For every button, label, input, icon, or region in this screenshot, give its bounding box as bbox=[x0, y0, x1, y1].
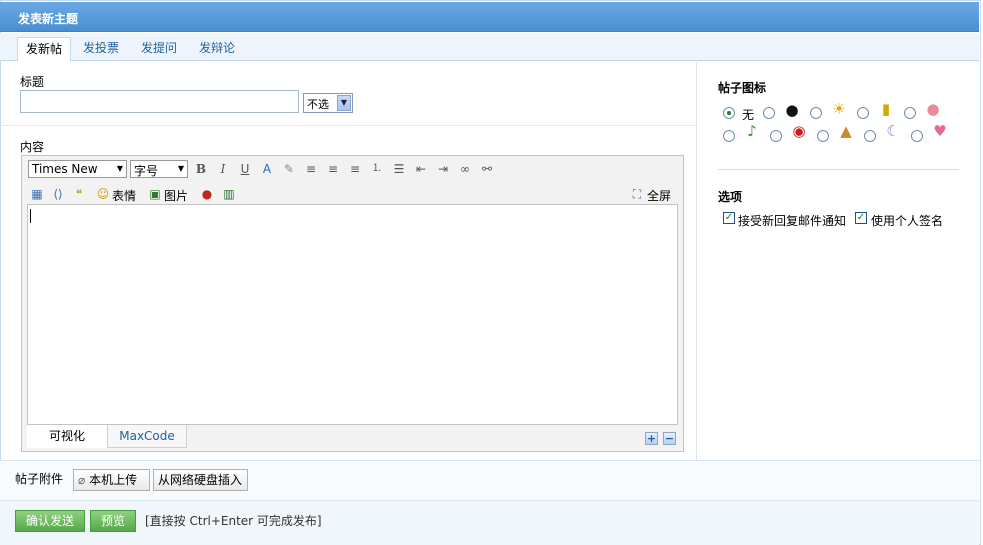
tab-maxcode-mode[interactable]: MaxCode bbox=[107, 425, 187, 448]
preview-button[interactable]: 预览 bbox=[90, 510, 136, 532]
email-notify-checkbox[interactable]: ✓ bbox=[723, 212, 735, 224]
highlight-color-icon[interactable]: ✎ bbox=[280, 160, 298, 178]
image-icon[interactable]: ▣ bbox=[146, 185, 164, 203]
image-label[interactable]: 图片 bbox=[164, 187, 188, 204]
emoticon-label[interactable]: 表情 bbox=[112, 187, 136, 204]
moon-icon: ☾ bbox=[886, 122, 900, 140]
unlink-icon[interactable]: ⚯ bbox=[478, 160, 496, 178]
submit-button[interactable]: 确认发送 bbox=[15, 510, 85, 532]
music-note-icon: ♪ bbox=[747, 122, 757, 140]
post-icon-radio[interactable] bbox=[770, 130, 782, 142]
divider bbox=[0, 125, 696, 126]
bomb-icon: ● bbox=[785, 101, 799, 119]
post-icon-radio[interactable] bbox=[904, 107, 916, 119]
post-icon-radio[interactable] bbox=[911, 130, 923, 142]
options-heading: 选项 bbox=[718, 190, 743, 204]
unordered-list-icon[interactable]: ☰ bbox=[390, 160, 408, 178]
content-label: 内容 bbox=[20, 140, 45, 154]
table-icon[interactable]: ▦ bbox=[28, 185, 46, 203]
tab-debate[interactable]: 发辩论 bbox=[191, 37, 243, 61]
outdent-icon[interactable]: ⇤ bbox=[412, 160, 430, 178]
lips-icon: ◉ bbox=[792, 122, 806, 140]
quote-icon[interactable]: ❝ bbox=[70, 185, 88, 203]
subject-category-select[interactable]: 不选 ▼ bbox=[303, 93, 353, 113]
code-icon[interactable]: ⟨⟩ bbox=[49, 185, 67, 203]
expand-editor-button[interactable]: + bbox=[645, 432, 658, 445]
fullscreen-icon[interactable]: ⛶ bbox=[628, 185, 646, 203]
subject-label: 标题 bbox=[20, 75, 45, 89]
post-icon-none-label: 无 bbox=[742, 108, 755, 122]
tab-new-post[interactable]: 发新帖 bbox=[17, 37, 72, 62]
select-value: 不选 bbox=[307, 98, 329, 111]
post-icon-radio[interactable] bbox=[723, 130, 735, 142]
font-size-value: 字号 bbox=[134, 164, 159, 178]
disk-insert-button[interactable]: 从网络硬盘插入 bbox=[153, 469, 248, 491]
local-upload-label: 本机上传 bbox=[89, 473, 138, 487]
window-title: 发表新主题 bbox=[18, 12, 79, 26]
post-icon-radio[interactable] bbox=[864, 130, 876, 142]
underline-icon[interactable]: U bbox=[236, 160, 254, 178]
tab-question[interactable]: 发提问 bbox=[133, 37, 185, 61]
post-icon-heading: 帖子图标 bbox=[718, 81, 767, 95]
fullscreen-label[interactable]: 全屏 bbox=[647, 187, 671, 204]
ordered-list-icon[interactable]: ⒈ bbox=[368, 160, 386, 178]
post-type-tabs: 发新帖 发投票 发提问 发辩论 bbox=[0, 33, 979, 62]
coins-icon: ▮ bbox=[881, 100, 891, 118]
attachments-label: 帖子附件 bbox=[15, 472, 64, 486]
tab-poll[interactable]: 发投票 bbox=[75, 37, 127, 61]
video-icon[interactable]: ▥ bbox=[220, 185, 238, 203]
flash-icon[interactable]: ● bbox=[198, 185, 216, 203]
shrink-editor-button[interactable]: − bbox=[663, 432, 676, 445]
shortcut-hint: [直接按 Ctrl+Enter 可完成发布] bbox=[145, 514, 322, 528]
italic-icon[interactable]: I bbox=[214, 160, 232, 178]
chevron-down-icon: ▼ bbox=[177, 164, 185, 173]
title-bar: 发表新主题 bbox=[0, 2, 979, 32]
align-right-icon[interactable]: ≡ bbox=[346, 160, 364, 178]
subject-input[interactable] bbox=[20, 90, 299, 113]
tab-visual-mode[interactable]: 可视化 bbox=[27, 425, 107, 448]
link-icon[interactable]: ∞ bbox=[456, 160, 474, 178]
sun-icon: ☀ bbox=[832, 100, 846, 118]
poop-icon: ▲ bbox=[840, 122, 852, 140]
local-upload-button[interactable]: ⌀ 本机上传 bbox=[73, 469, 150, 491]
post-icon-none-radio[interactable] bbox=[723, 107, 735, 119]
content-textarea[interactable] bbox=[27, 204, 678, 425]
divider bbox=[718, 169, 959, 170]
paperclip-icon: ⌀ bbox=[78, 473, 86, 487]
pig-icon: ● bbox=[926, 100, 940, 118]
emoticon-icon[interactable]: ☺ bbox=[94, 185, 112, 203]
chevron-down-icon: ▼ bbox=[337, 95, 351, 111]
text-caret bbox=[30, 209, 31, 223]
align-left-icon[interactable]: ≡ bbox=[302, 160, 320, 178]
bold-icon[interactable]: B bbox=[192, 160, 210, 178]
text-color-icon[interactable]: A bbox=[258, 160, 276, 178]
signature-label: 使用个人签名 bbox=[871, 214, 944, 228]
post-icon-radio[interactable] bbox=[817, 130, 829, 142]
post-icon-radio[interactable] bbox=[857, 107, 869, 119]
heart-icon: ♥ bbox=[933, 122, 947, 140]
signature-checkbox[interactable]: ✓ bbox=[855, 212, 867, 224]
font-family-select[interactable]: Times New ▼ bbox=[28, 160, 127, 178]
font-family-value: Times New bbox=[32, 162, 98, 176]
post-icon-radio[interactable] bbox=[810, 107, 822, 119]
align-center-icon[interactable]: ≡ bbox=[324, 160, 342, 178]
post-icon-radio[interactable] bbox=[763, 107, 775, 119]
chevron-down-icon: ▼ bbox=[116, 164, 124, 173]
indent-icon[interactable]: ⇥ bbox=[434, 160, 452, 178]
font-size-select[interactable]: 字号 ▼ bbox=[130, 160, 188, 178]
email-notify-label: 接受新回复邮件通知 bbox=[738, 214, 847, 228]
